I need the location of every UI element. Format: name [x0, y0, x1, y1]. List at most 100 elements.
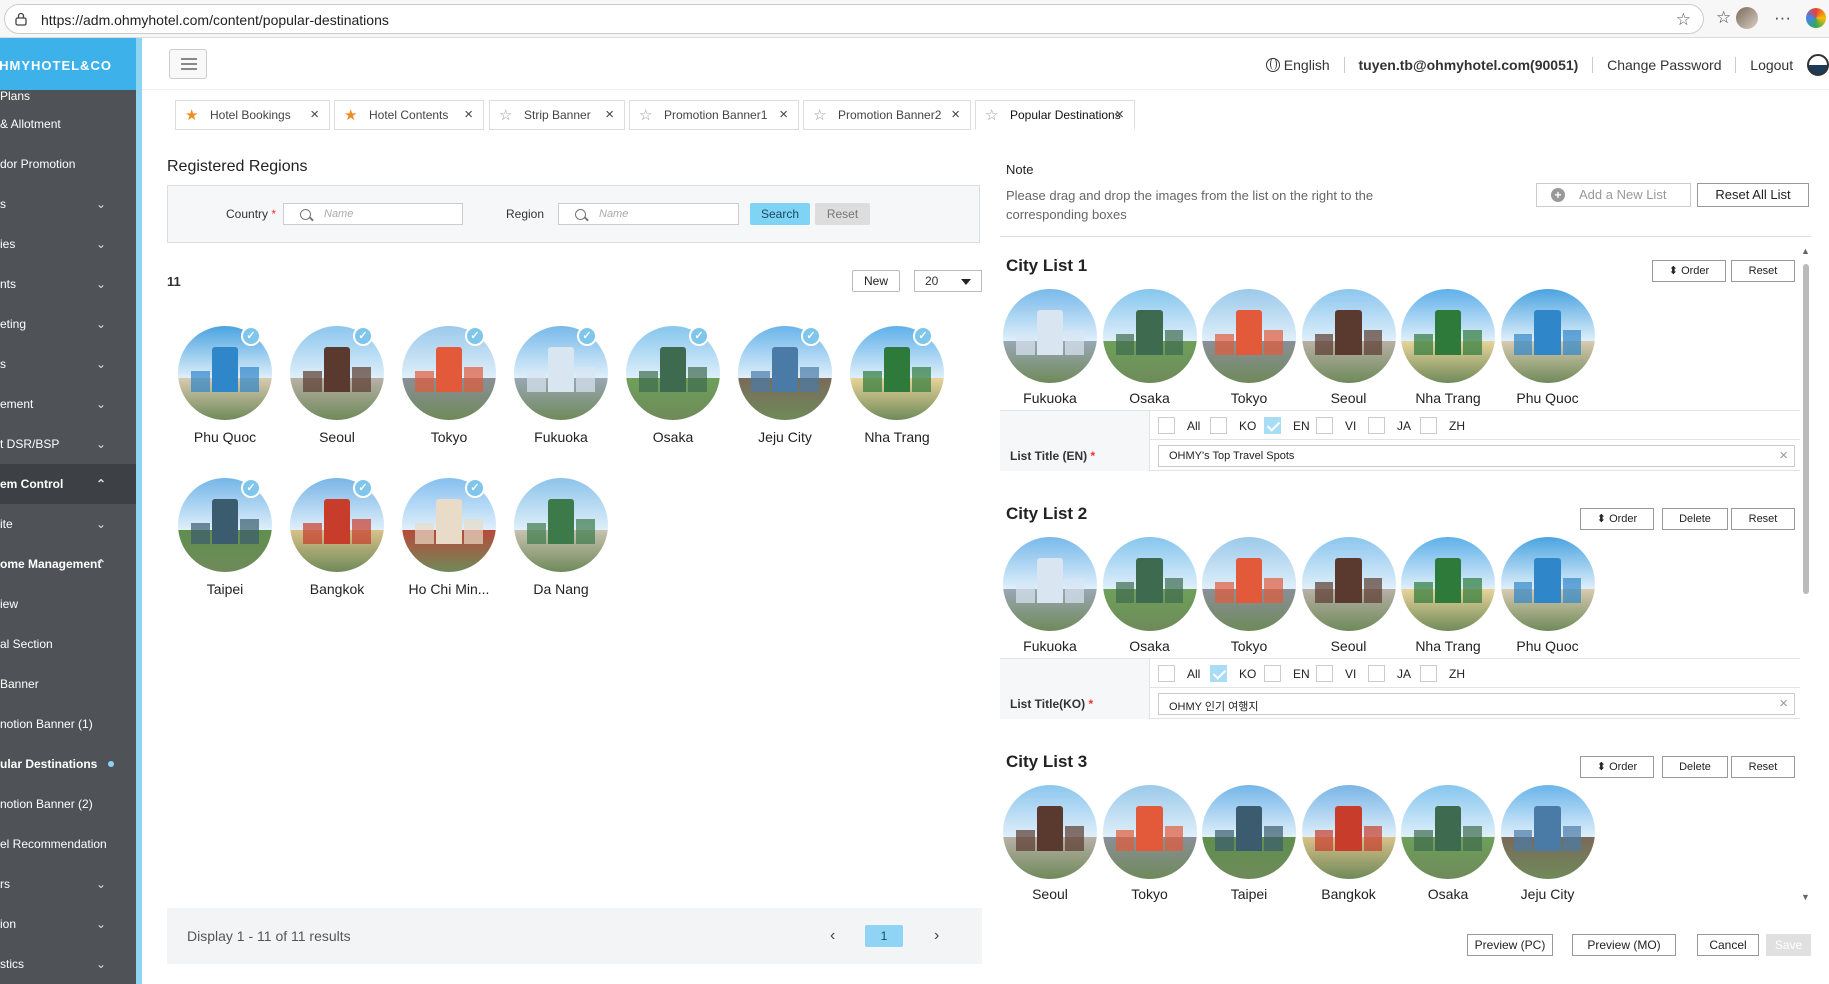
sidebar-item[interactable]: iew	[0, 584, 142, 624]
list-city-card[interactable]: Osaka	[1101, 537, 1199, 654]
sidebar-item[interactable]: Banner	[0, 664, 142, 704]
city-image[interactable]	[1500, 289, 1595, 383]
sidebar-item[interactable]: stics ⌄	[0, 944, 142, 984]
sidebar-item[interactable]: ite ⌄	[0, 504, 142, 544]
favorites-icon[interactable]: ☆	[1716, 8, 1731, 28]
lang-checkbox-all[interactable]	[1158, 665, 1175, 682]
list-city-card[interactable]: Tokyo	[1200, 289, 1298, 406]
order-button[interactable]: ⬍ Order	[1652, 260, 1726, 282]
sidebar-item[interactable]: t DSR/BSP ⌄	[0, 424, 142, 464]
delete-button[interactable]: Delete	[1662, 508, 1728, 530]
city-image[interactable]	[1500, 537, 1595, 631]
close-icon[interactable]: ×	[779, 106, 788, 123]
sidebar-item[interactable]: ies ⌄	[0, 224, 142, 264]
city-image[interactable]	[1500, 785, 1595, 879]
check-icon[interactable]: ✓	[353, 478, 373, 498]
region-card[interactable]: Da Nang	[505, 478, 617, 597]
reset-button[interactable]: Reset	[815, 203, 870, 225]
change-password-link[interactable]: Change Password	[1607, 57, 1721, 73]
region-card[interactable]: ✓ Tokyo	[393, 326, 505, 445]
list-city-card[interactable]: Tokyo	[1200, 537, 1298, 654]
check-icon[interactable]: ✓	[913, 326, 933, 346]
city-image[interactable]	[1003, 785, 1097, 879]
scroll-down-icon[interactable]: ▼	[1801, 892, 1810, 902]
sidebar-item[interactable]: ular Destinations	[0, 744, 142, 784]
logout-link[interactable]: Logout	[1750, 57, 1793, 73]
city-image[interactable]	[1202, 785, 1296, 879]
brand-logo[interactable]: OHMYHOTEL&CO	[0, 38, 142, 90]
lang-checkbox-zh[interactable]	[1420, 417, 1437, 434]
preview-pc-button[interactable]: Preview (PC)	[1467, 934, 1553, 956]
list-city-card[interactable]: Phu Quoc	[1499, 289, 1597, 406]
tab-item[interactable]: ☆ Strip Banner ×	[489, 100, 625, 130]
search-button[interactable]: Search	[750, 203, 810, 225]
lang-checkbox-ko[interactable]	[1210, 665, 1227, 682]
clear-icon[interactable]: ×	[1779, 447, 1788, 464]
sidebar-item[interactable]: nts ⌄	[0, 264, 142, 304]
order-button[interactable]: ⬍ Order	[1580, 756, 1654, 778]
close-icon[interactable]: ×	[605, 106, 614, 123]
city-image[interactable]	[1401, 537, 1495, 631]
reset-list-button[interactable]: Reset	[1731, 260, 1795, 282]
lang-checkbox-vi[interactable]	[1316, 665, 1333, 682]
lang-checkbox-zh[interactable]	[1420, 665, 1437, 682]
sidebar-item[interactable]: & Allotment	[0, 104, 142, 144]
region-card[interactable]: ✓ Fukuoka	[505, 326, 617, 445]
list-city-card[interactable]: Nha Trang	[1399, 537, 1497, 654]
sidebar-item[interactable]: rs ⌄	[0, 864, 142, 904]
city-image[interactable]	[1401, 289, 1495, 383]
city-image[interactable]	[1102, 537, 1197, 631]
region-input[interactable]: Name	[558, 203, 739, 225]
check-icon[interactable]: ✓	[577, 326, 597, 346]
tab-item[interactable]: ★ Hotel Bookings ×	[175, 100, 330, 130]
list-city-card[interactable]: Tokyo	[1101, 785, 1199, 902]
tab-item[interactable]: ☆ Promotion Banner1 ×	[629, 100, 799, 130]
clear-icon[interactable]: ×	[1779, 695, 1788, 712]
sidebar-item[interactable]: el Recommendation	[0, 824, 142, 864]
close-icon[interactable]: ×	[951, 106, 960, 123]
sidebar-item[interactable]: ion ⌄	[0, 904, 142, 944]
star-icon[interactable]: ★	[185, 106, 198, 124]
check-icon[interactable]: ✓	[465, 326, 485, 346]
lang-checkbox-ja[interactable]	[1368, 665, 1385, 682]
menu-toggle-button[interactable]	[169, 49, 207, 79]
address-bar[interactable]: https://adm.ohmyhotel.com/content/popula…	[4, 4, 1704, 34]
city-image[interactable]	[1102, 785, 1197, 879]
city-image[interactable]	[514, 478, 608, 572]
sidebar-item[interactable]: s ⌄	[0, 184, 142, 224]
list-city-card[interactable]: Nha Trang	[1399, 289, 1497, 406]
lang-checkbox-en[interactable]	[1264, 417, 1281, 434]
country-input[interactable]: Name	[283, 203, 463, 225]
check-icon[interactable]: ✓	[689, 326, 709, 346]
language-selector[interactable]: English	[1265, 57, 1330, 73]
star-icon[interactable]: ☆	[639, 106, 652, 124]
region-card[interactable]: ✓ Ho Chi Min...	[393, 478, 505, 597]
tab-item[interactable]: ☆ Promotion Banner2 ×	[803, 100, 971, 130]
star-icon[interactable]: ☆	[813, 106, 826, 124]
prev-page-icon[interactable]: ‹	[830, 927, 835, 945]
list-city-card[interactable]: Phu Quoc	[1499, 537, 1597, 654]
city-image[interactable]	[1301, 785, 1396, 879]
check-icon[interactable]: ✓	[241, 326, 261, 346]
check-icon[interactable]: ✓	[241, 478, 261, 498]
lists-scrollbar[interactable]: ▲ ▼	[1801, 246, 1811, 903]
lang-checkbox-ja[interactable]	[1368, 417, 1385, 434]
star-icon[interactable]: ★	[344, 106, 357, 124]
list-city-card[interactable]: Seoul	[1001, 785, 1099, 902]
lang-checkbox-all[interactable]	[1158, 417, 1175, 434]
region-card[interactable]: ✓ Taipei	[169, 478, 281, 597]
sidebar-scrollbar[interactable]	[136, 38, 142, 984]
add-new-list-button[interactable]: + Add a New List	[1536, 183, 1691, 207]
city-image[interactable]	[1401, 785, 1495, 879]
reset-list-button[interactable]: Reset	[1731, 756, 1795, 778]
check-icon[interactable]: ✓	[353, 326, 373, 346]
page-size-select[interactable]: 20	[914, 270, 982, 292]
preview-mo-button[interactable]: Preview (MO)	[1572, 934, 1676, 956]
region-card[interactable]: ✓ Jeju City	[729, 326, 841, 445]
list-city-card[interactable]: Osaka	[1399, 785, 1497, 902]
city-image[interactable]	[1202, 289, 1296, 383]
more-menu-icon[interactable]: ···	[1774, 8, 1791, 28]
city-image[interactable]	[1301, 537, 1396, 631]
scroll-up-icon[interactable]: ▲	[1801, 246, 1810, 256]
sidebar-item[interactable]: ome Management ⌃	[0, 544, 142, 584]
